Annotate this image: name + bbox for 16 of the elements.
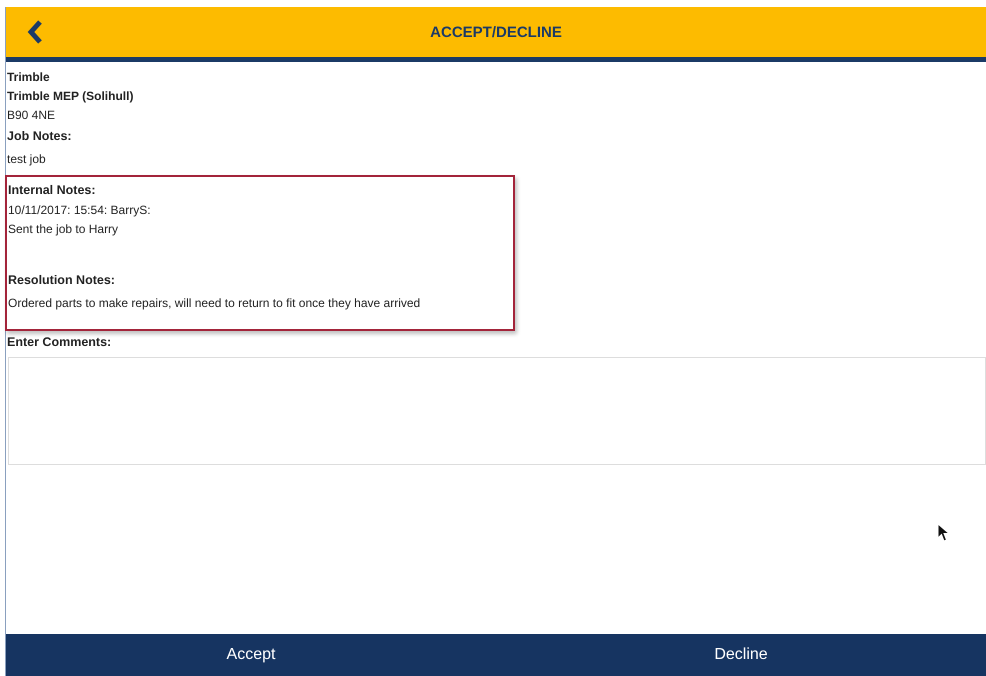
internal-note-line: Sent the job to Harry xyxy=(7,221,120,238)
comments-field[interactable] xyxy=(8,357,986,465)
address-line: Trimble MEP (Solihull) xyxy=(6,88,134,105)
section-label: Job Notes: xyxy=(6,128,73,145)
chevron-left-icon xyxy=(26,19,44,45)
internal-note-line: 10/11/2017: 15:54: BarryS: xyxy=(7,202,152,219)
page-title: ACCEPT/DECLINE xyxy=(429,24,563,40)
section-label: Enter Comments: xyxy=(6,334,112,351)
resolution-notes-text: Ordered parts to make repairs, will need to return to fit once they have arrived xyxy=(7,295,422,312)
section-label: Resolution Notes: xyxy=(7,272,116,289)
job-notes-text: test job xyxy=(6,151,47,168)
section-label: Internal Notes: xyxy=(7,182,97,199)
address-line: Trimble xyxy=(6,69,51,86)
address-line: B90 4NE xyxy=(6,107,56,124)
back-button[interactable] xyxy=(26,19,44,45)
pointer-icon xyxy=(937,523,951,543)
